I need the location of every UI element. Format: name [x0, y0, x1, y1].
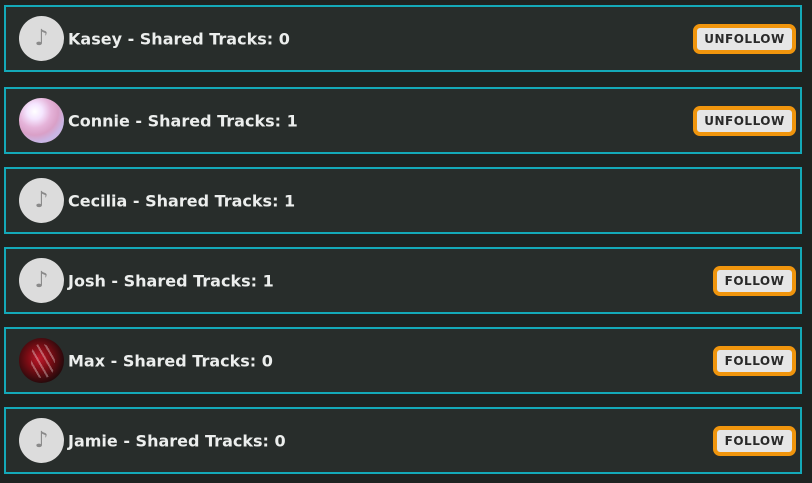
- user-row: ♪ Jamie - Shared Tracks: 0 FOLLOW: [4, 407, 802, 474]
- unfollow-button[interactable]: UNFOLLOW: [693, 105, 796, 136]
- user-name-label: Connie - Shared Tracks: 1: [68, 111, 298, 130]
- user-name-label: Jamie - Shared Tracks: 0: [68, 431, 286, 450]
- avatar: ♪: [19, 418, 64, 463]
- music-note-icon: ♪: [34, 25, 49, 51]
- user-name-label: Max - Shared Tracks: 0: [68, 351, 273, 370]
- follow-button[interactable]: FOLLOW: [713, 345, 796, 376]
- unfollow-button[interactable]: UNFOLLOW: [693, 23, 796, 54]
- user-row: ♪ Josh - Shared Tracks: 1 FOLLOW: [4, 247, 802, 314]
- avatar: [19, 98, 64, 143]
- music-note-icon: ♪: [34, 187, 49, 213]
- avatar: ♪: [19, 178, 64, 223]
- music-note-icon: ♪: [34, 427, 49, 453]
- user-row: ♪ Cecilia - Shared Tracks: 1: [4, 167, 802, 234]
- music-note-icon: ♪: [34, 267, 49, 293]
- follow-button[interactable]: FOLLOW: [713, 425, 796, 456]
- user-name-label: Cecilia - Shared Tracks: 1: [68, 191, 296, 210]
- follow-button[interactable]: FOLLOW: [713, 265, 796, 296]
- user-name-label: Josh - Shared Tracks: 1: [68, 271, 274, 290]
- user-row: Connie - Shared Tracks: 1 UNFOLLOW: [4, 87, 802, 154]
- user-row: ♪ Kasey - Shared Tracks: 0 UNFOLLOW: [4, 5, 802, 72]
- avatar: ♪: [19, 16, 64, 61]
- user-list: ♪ Kasey - Shared Tracks: 0 UNFOLLOW Conn…: [0, 0, 812, 483]
- avatar: [19, 338, 64, 383]
- user-name-label: Kasey - Shared Tracks: 0: [68, 29, 290, 48]
- user-row: Max - Shared Tracks: 0 FOLLOW: [4, 327, 802, 394]
- avatar: ♪: [19, 258, 64, 303]
